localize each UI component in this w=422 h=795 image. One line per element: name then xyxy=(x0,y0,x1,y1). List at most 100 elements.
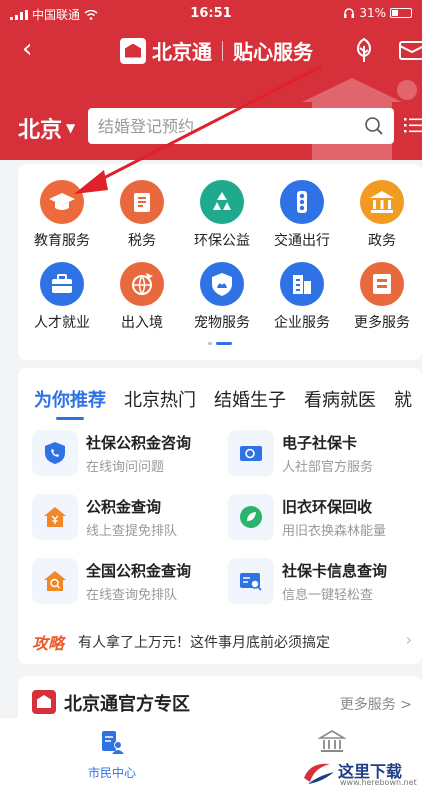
rec-subtitle: 线上查提免排队 xyxy=(86,524,178,539)
id-card-icon xyxy=(240,446,262,461)
rec-icon-box xyxy=(228,430,274,476)
service-label: 出入境 xyxy=(121,315,163,331)
tab-marriage-childbirth[interactable]: 结婚生子 xyxy=(214,386,286,412)
rec-national-housing-fund[interactable]: 全国公积金查询 在线查询免排队 xyxy=(32,558,222,608)
service-icon-1 xyxy=(120,180,164,224)
rec-e-social-card[interactable]: 电子社保卡 人社部官方服务 xyxy=(228,430,418,480)
rec-icon-box xyxy=(228,494,274,540)
service-icon-8 xyxy=(280,262,324,306)
rec-social-card-info[interactable]: 社保卡信息查询 信息一键轻松查 xyxy=(228,558,418,608)
caret-down-icon: ▼ xyxy=(66,121,76,135)
traffic-light-icon xyxy=(297,191,307,213)
watermark-url: www.herebown.net xyxy=(340,778,417,787)
service-label: 环保公益 xyxy=(194,233,250,249)
rec-title: 公积金查询 xyxy=(86,498,162,516)
search-box xyxy=(88,108,394,144)
service-icon-2 xyxy=(200,180,244,224)
battery-percent: 31% xyxy=(359,6,386,20)
page-dot-active xyxy=(216,342,232,345)
rec-icon-box xyxy=(32,494,78,540)
service-enterprise[interactable]: 企业服务 xyxy=(262,262,342,332)
service-government[interactable]: 政务 xyxy=(342,180,422,250)
office-building-icon xyxy=(293,275,311,294)
rec-subtitle: 在线询问问题 xyxy=(86,460,165,475)
rec-title: 社保卡信息查询 xyxy=(282,562,388,580)
page-indicator xyxy=(208,342,232,345)
back-button[interactable]: ‹ xyxy=(22,36,32,62)
tree-icon[interactable] xyxy=(350,36,378,64)
rec-title: 旧衣环保回收 xyxy=(282,498,373,516)
more-services-link[interactable]: 更多服务 > xyxy=(340,694,412,714)
brand: 北京通 贴心服务 xyxy=(120,36,313,65)
service-icon-9 xyxy=(360,262,404,306)
search-row: 北京 ▼ xyxy=(0,104,422,146)
city-name: 北京 xyxy=(18,118,63,143)
house-search-icon xyxy=(44,571,66,591)
status-bar: 中国联通 16:51 31% xyxy=(10,4,412,24)
service-icon-6 xyxy=(120,262,164,306)
rec-housing-fund-query[interactable]: 公积金查询 线上查提免排队 xyxy=(32,494,222,544)
recycle-icon xyxy=(213,192,231,210)
service-label: 教育服务 xyxy=(34,233,90,249)
tab-beijing-hot[interactable]: 北京热门 xyxy=(124,386,196,412)
service-icon-3 xyxy=(280,180,324,224)
tab-for-you[interactable]: 为你推荐 xyxy=(34,386,106,420)
service-tax[interactable]: 税务 xyxy=(102,180,182,250)
service-immigration[interactable]: 出入境 xyxy=(102,262,182,332)
services-grid: 教育服务 税务 环保公益 交通出行 政务 人才就业 出入境 宠物服务 企业服务 … xyxy=(18,164,422,360)
search-icon[interactable] xyxy=(364,116,384,136)
tax-icon xyxy=(134,193,150,212)
nav-citizen-center[interactable]: 市民中心 xyxy=(62,728,162,781)
recycle-leaf-icon xyxy=(240,506,262,528)
nav-citizen-label: 市民中心 xyxy=(87,766,136,780)
service-label: 人才就业 xyxy=(34,315,90,331)
tab-medical[interactable]: 看病就医 xyxy=(304,386,376,412)
government-building-icon xyxy=(370,191,394,213)
graduation-cap-icon xyxy=(49,193,75,210)
service-label: 宠物服务 xyxy=(194,315,250,331)
rec-title: 全国公积金查询 xyxy=(86,562,192,580)
page-dot xyxy=(208,342,212,345)
recommend-tabs: 为你推荐 北京热门 结婚生子 看病就医 就 xyxy=(34,386,412,420)
service-education[interactable]: 教育服务 xyxy=(22,180,102,250)
rec-old-clothes-recycle[interactable]: 旧衣环保回收 用旧衣换森林能量 xyxy=(228,494,418,544)
brand-tagline: 贴心服务 xyxy=(233,40,313,64)
rec-subtitle: 用旧衣换森林能量 xyxy=(282,524,387,539)
rec-social-security-consult[interactable]: 社保公积金咨询 在线询问问题 xyxy=(32,430,222,480)
service-more[interactable]: 更多服务 xyxy=(342,262,422,332)
beijingtong-logo-icon xyxy=(120,37,146,64)
battery-icon xyxy=(390,8,412,18)
rec-subtitle: 人社部官方服务 xyxy=(282,460,374,475)
globe-plane-icon xyxy=(132,273,153,296)
tab-employment[interactable]: 就 xyxy=(394,386,412,412)
rec-title: 社保公积金咨询 xyxy=(86,434,192,452)
service-label: 政务 xyxy=(368,233,396,249)
city-selector[interactable]: 北京 ▼ xyxy=(18,112,75,144)
rec-title: 电子社保卡 xyxy=(282,434,358,452)
service-pets[interactable]: 宠物服务 xyxy=(182,262,262,332)
more-services-icon xyxy=(373,274,391,294)
tip-badge: 攻略 xyxy=(32,634,65,653)
headphones-icon xyxy=(344,8,355,18)
header: 中国联通 16:51 31% ‹ 北京通 贴心服务 北京 ▼ 结婚登记预约 xyxy=(0,0,422,160)
rec-subtitle: 在线查询免排队 xyxy=(86,588,178,603)
briefcase-icon xyxy=(52,274,72,293)
service-label: 交通出行 xyxy=(274,233,330,249)
service-label: 税务 xyxy=(128,233,156,249)
zone-title: 北京通官方专区 xyxy=(64,694,190,715)
tip-banner[interactable]: 攻略 有人拿了上万元！这件事月底前必须搞定 › xyxy=(32,630,412,654)
service-talent[interactable]: 人才就业 xyxy=(22,262,102,332)
mail-icon[interactable] xyxy=(398,36,422,64)
watermark: 这里下载 www.herebown.net xyxy=(300,756,422,792)
nav-bar: ‹ 北京通 贴心服务 xyxy=(0,30,422,70)
swoosh-logo-icon xyxy=(304,763,334,784)
government-building-icon xyxy=(317,730,347,752)
menu-icon[interactable] xyxy=(404,116,422,134)
service-environment[interactable]: 环保公益 xyxy=(182,180,262,250)
pet-shield-icon xyxy=(212,273,232,296)
rec-icon-box xyxy=(32,430,78,476)
chevron-right-icon: › xyxy=(405,630,412,649)
search-input[interactable] xyxy=(88,108,358,144)
service-icon-4 xyxy=(360,180,404,224)
service-transport[interactable]: 交通出行 xyxy=(262,180,342,250)
